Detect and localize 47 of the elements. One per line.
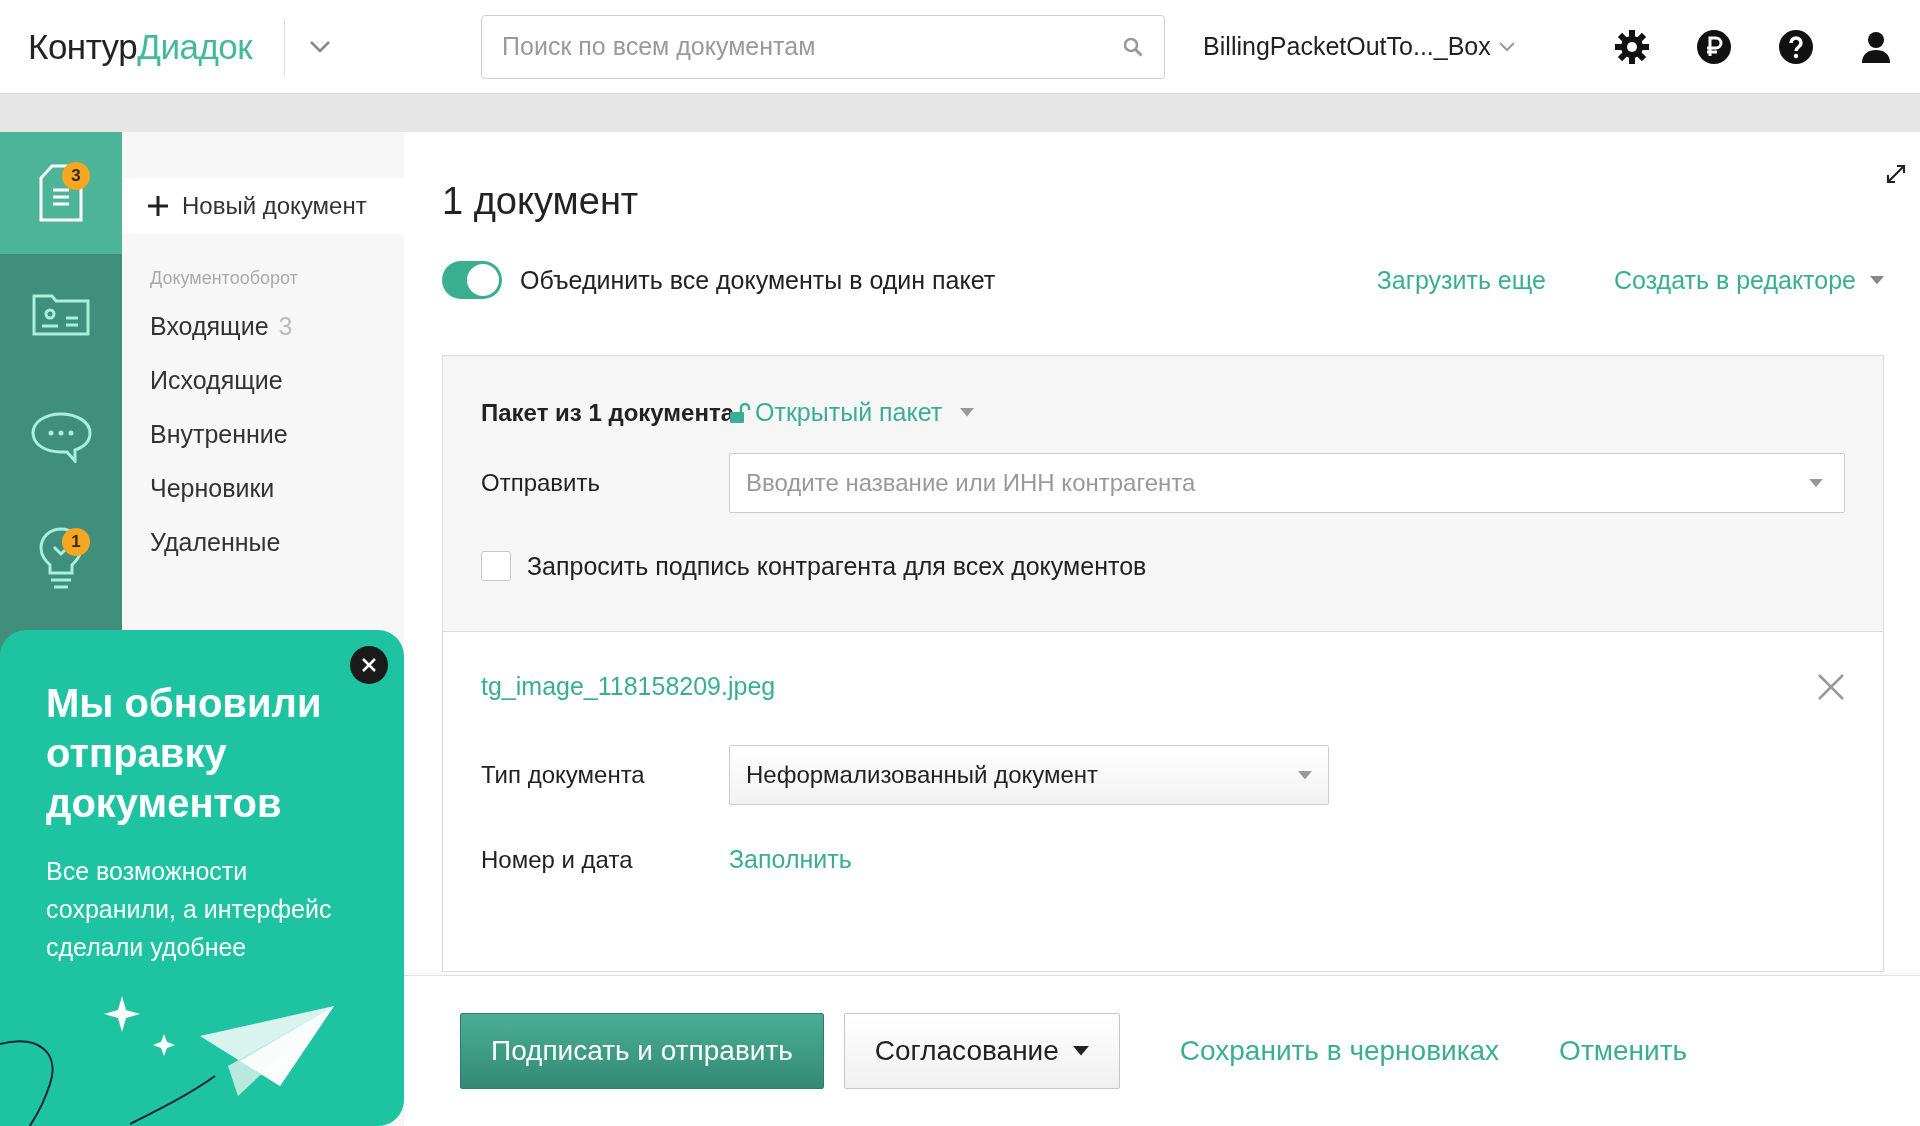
toggle-label: Объединить все документы в один пакет — [520, 265, 996, 295]
user-icon[interactable] — [1860, 29, 1892, 64]
logo[interactable]: КонтурДиадок — [28, 26, 253, 67]
section-heading: Документооборот — [150, 268, 299, 289]
nav-link[interactable]: Внутренние — [150, 419, 288, 449]
caret-icon — [1870, 275, 1884, 285]
document-type-select[interactable]: Неформализованный документ — [729, 745, 1329, 805]
count-badge: 3 — [62, 162, 90, 190]
nav-link[interactable]: Исходящие — [150, 365, 283, 395]
contact-card-icon — [32, 294, 90, 336]
caret-icon — [1809, 478, 1823, 488]
nav-count: 3 — [278, 311, 293, 341]
new-document-button[interactable]: Новый документ — [122, 178, 404, 234]
nav-link[interactable]: Удаленные — [150, 527, 281, 557]
page-title: 1 документ — [442, 180, 640, 223]
caret-icon — [1298, 770, 1312, 780]
checkbox[interactable] — [481, 551, 511, 581]
nav-link[interactable]: Входящие — [150, 311, 269, 341]
sidebar-tab[interactable]: 1 — [0, 498, 122, 620]
close-icon[interactable] — [1817, 672, 1845, 701]
help-icon[interactable] — [1778, 28, 1814, 65]
close-button[interactable] — [350, 646, 388, 684]
recipient-field[interactable]: Вводите название или ИНН контрагента — [729, 453, 1845, 513]
field-label: Номер и дата — [481, 845, 634, 874]
chevron-down-icon — [1498, 41, 1515, 52]
field-label: Тип документа — [481, 761, 646, 789]
chevron-down-icon[interactable] — [309, 39, 332, 54]
promo-title: Мы обновили отправку документов — [46, 680, 323, 827]
expand-icon[interactable] — [1886, 164, 1906, 184]
ruble-icon[interactable] — [1696, 28, 1732, 65]
search-icon — [1123, 36, 1144, 57]
count-badge: 1 — [62, 528, 90, 556]
search-field[interactable]: Поиск по всем документам — [481, 14, 1166, 79]
checkbox-label: Запросить подпись контрагента для всех документов — [527, 551, 1147, 581]
account-selector[interactable]: BillingPacketOutTo..._Box — [1203, 32, 1515, 61]
plus-icon — [148, 196, 168, 216]
approval-dropdown-button[interactable]: Согласование — [843, 1013, 1120, 1089]
field-label: Отправить — [481, 469, 601, 497]
chat-icon — [30, 411, 92, 463]
settings-icon[interactable] — [1614, 28, 1650, 65]
close-icon — [361, 657, 377, 673]
caret-icon — [1072, 1046, 1089, 1056]
caret-icon — [960, 408, 975, 417]
sidebar-tab[interactable]: 3 — [0, 132, 122, 254]
nav-link[interactable]: Черновики — [150, 473, 275, 503]
merge-toggle[interactable] — [442, 261, 502, 299]
promo-text: Все возможности сохранили, а интерфейс сделали удобнее — [46, 856, 333, 963]
